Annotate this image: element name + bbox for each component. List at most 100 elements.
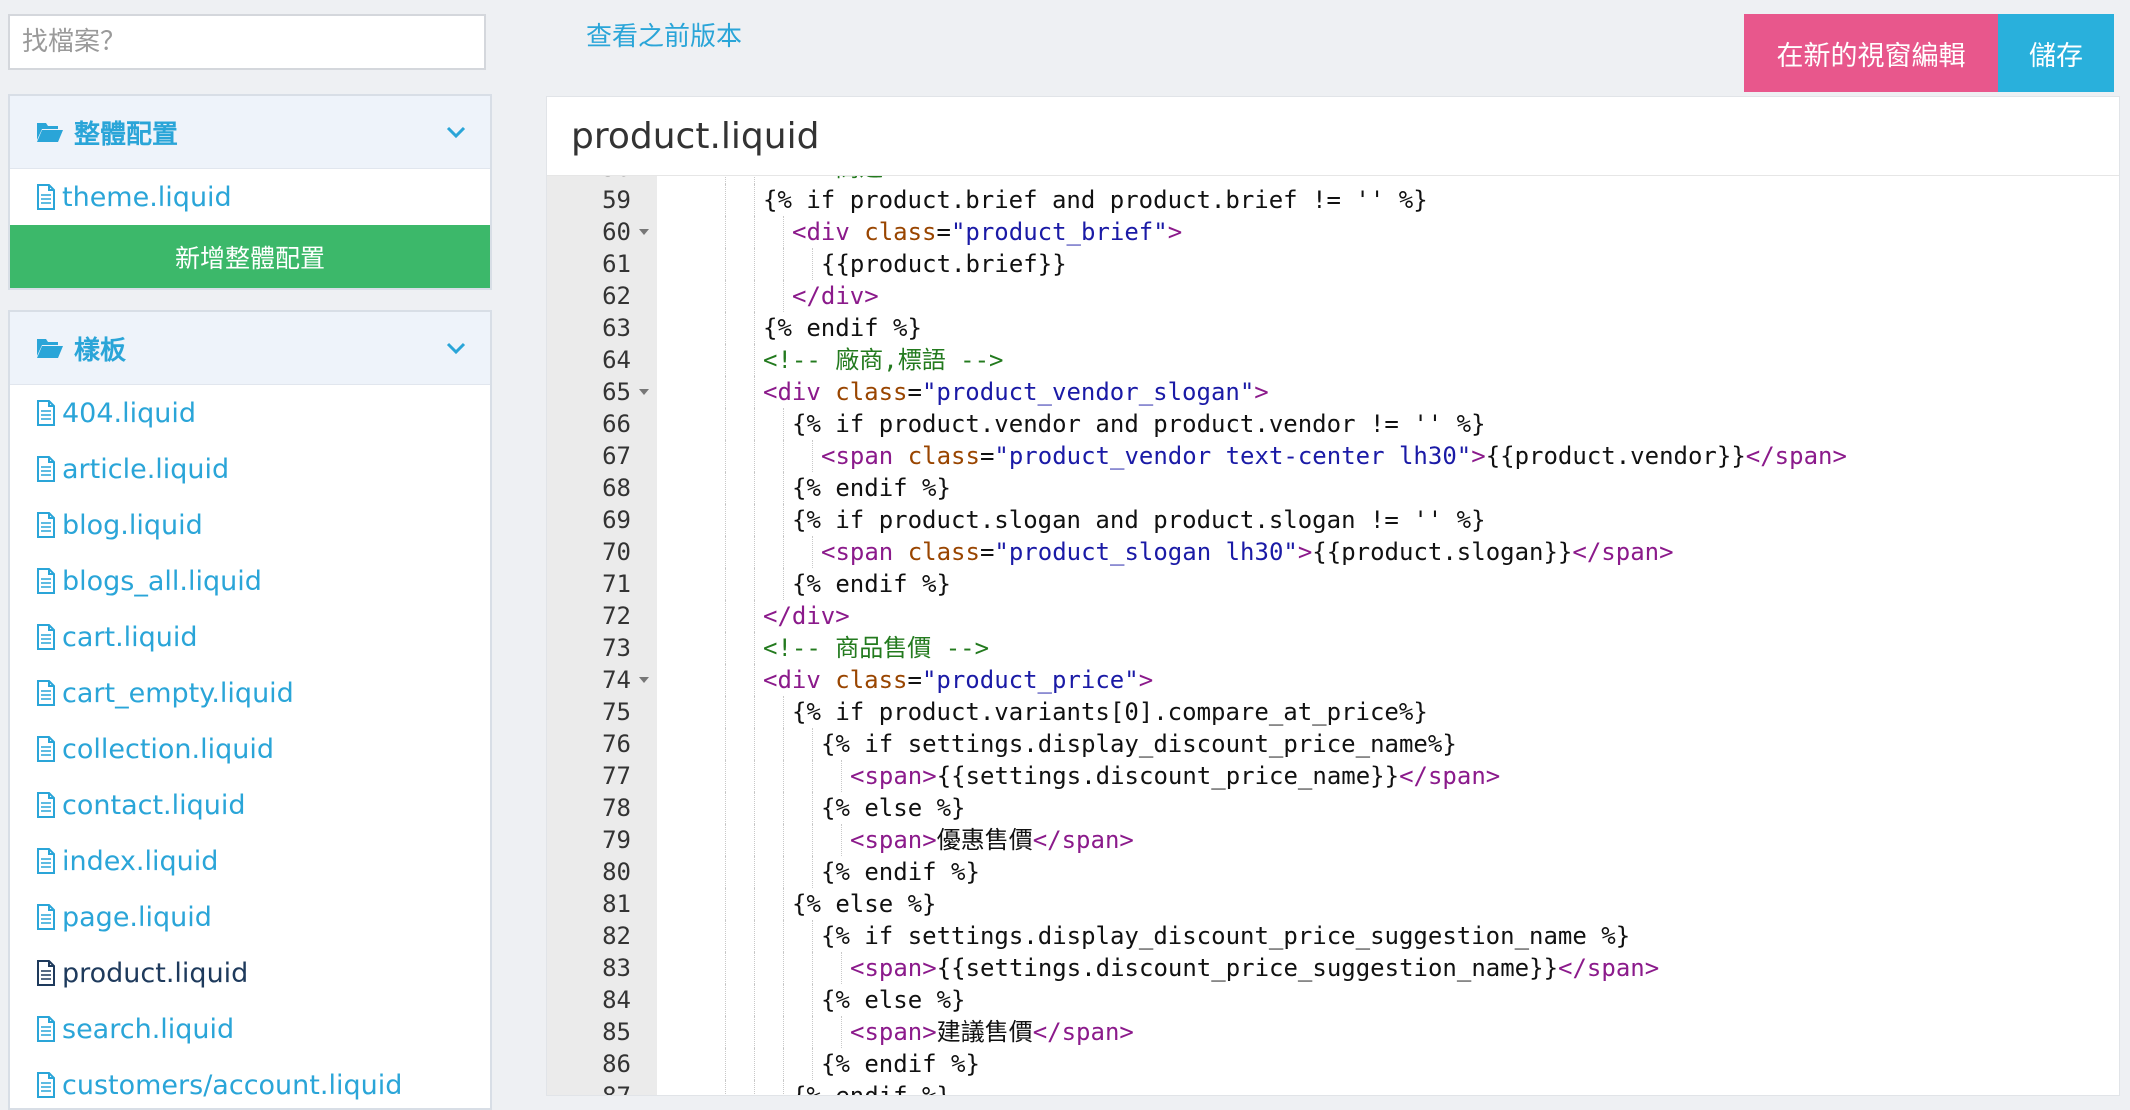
indent-guide xyxy=(725,632,726,664)
line-number: 84 xyxy=(602,986,631,1014)
code-token: <div xyxy=(763,666,836,694)
code-token: {% if product.vendor and product.vendor … xyxy=(792,410,1486,438)
indent-guide xyxy=(754,312,755,344)
layouts-panel-header[interactable]: 整體配置 xyxy=(10,96,490,169)
add-layout-button[interactable]: 新增整體配置 xyxy=(10,225,490,288)
file-search-input[interactable] xyxy=(8,14,486,70)
file-icon xyxy=(36,400,56,426)
code-token: {{settings.discount_price_name}} xyxy=(936,762,1400,790)
file-title-bar: product.liquid xyxy=(547,97,2119,176)
indent-guide xyxy=(725,344,726,376)
fold-toggle-icon[interactable] xyxy=(639,389,649,395)
file-item[interactable]: index.liquid xyxy=(10,833,490,889)
code-token: = xyxy=(907,666,922,694)
code-token: {% endif %} xyxy=(763,314,922,342)
line-number: 83 xyxy=(602,954,631,982)
code-line: 70 <span class="product_slogan lh30">{{pr… xyxy=(547,536,2119,568)
file-item-label: search.liquid xyxy=(62,1013,235,1045)
fold-toggle-icon[interactable] xyxy=(639,229,649,235)
view-previous-versions-link[interactable]: 查看之前版本 xyxy=(586,16,742,53)
file-item[interactable]: customers/account.liquid xyxy=(10,1057,490,1108)
file-item[interactable]: blog.liquid xyxy=(10,497,490,553)
indent-guide xyxy=(783,888,784,920)
fold-toggle-icon[interactable] xyxy=(639,677,649,683)
code-token: 優惠售價 xyxy=(936,826,1033,854)
line-number: 60 xyxy=(602,218,631,246)
code-line: 59 {% if product.brief and product.brief … xyxy=(547,184,2119,216)
line-number: 66 xyxy=(602,410,631,438)
code-line: 58 <!-- 簡述 --> xyxy=(547,176,2119,184)
indent-guide xyxy=(783,824,784,856)
code-token: {{settings.discount_price_suggestion_nam… xyxy=(936,954,1559,982)
code-line: 71 {% endif %} xyxy=(547,568,2119,600)
chevron-down-icon[interactable] xyxy=(446,341,466,355)
file-item[interactable]: collection.liquid xyxy=(10,721,490,777)
code-token: <span> xyxy=(850,762,937,790)
file-icon xyxy=(36,1016,56,1042)
line-number: 87 xyxy=(547,1080,631,1095)
code-token: {% if product.brief and product.brief !=… xyxy=(763,186,1428,214)
indent-guide xyxy=(783,536,784,568)
code-token: <span xyxy=(821,442,908,470)
file-item[interactable]: cart_empty.liquid xyxy=(10,665,490,721)
indent-guide xyxy=(754,888,755,920)
file-icon xyxy=(36,184,56,210)
code-editor[interactable]: 58 <!-- 簡述 --> 59 {% if product.brief and p… xyxy=(547,176,2119,1095)
code-text: <span class="product_vendor text-center … xyxy=(821,440,1847,472)
indent-guide xyxy=(725,504,726,536)
file-item[interactable]: contact.liquid xyxy=(10,777,490,833)
save-button[interactable]: 儲存 xyxy=(1998,14,2114,92)
file-item[interactable]: theme.liquid xyxy=(10,169,490,225)
file-item-label: article.liquid xyxy=(62,453,230,485)
indent-guide xyxy=(754,376,755,408)
code-line: 61 {{product.brief}} xyxy=(547,248,2119,280)
indent-guide xyxy=(725,952,726,984)
code-line: 87 {% endif %} xyxy=(547,1080,2119,1095)
code-token: = xyxy=(979,538,995,566)
indent-guide xyxy=(725,856,726,888)
file-item[interactable]: product.liquid xyxy=(10,945,490,1001)
file-item-label: index.liquid xyxy=(62,845,219,877)
code-token: {{product.slogan}} xyxy=(1312,538,1573,566)
indent-guide xyxy=(783,1048,784,1080)
file-item[interactable]: search.liquid xyxy=(10,1001,490,1057)
line-number: 86 xyxy=(602,1050,631,1078)
line-number: 63 xyxy=(602,314,631,342)
indent-guide xyxy=(783,952,784,984)
file-item[interactable]: blogs_all.liquid xyxy=(10,553,490,609)
code-token: = xyxy=(936,218,951,246)
code-text: {% endif %} xyxy=(821,856,980,888)
code-token: {% if product.variants[0].compare_at_pri… xyxy=(792,698,1428,726)
edit-in-new-window-button[interactable]: 在新的視窗編輯 xyxy=(1744,14,1998,92)
line-number: 78 xyxy=(602,794,631,822)
indent-guide xyxy=(754,792,755,824)
indent-guide xyxy=(754,248,755,280)
indent-guide xyxy=(754,440,755,472)
code-token: {% if settings.display_discount_price_na… xyxy=(821,730,1457,758)
indent-guide xyxy=(783,792,784,824)
layouts-panel-title: 整體配置 xyxy=(74,119,179,150)
indent-guide xyxy=(725,216,726,248)
line-number: 68 xyxy=(602,474,631,502)
indent-guide xyxy=(783,216,784,248)
file-item-label: cart.liquid xyxy=(62,621,198,653)
code-line: 73 <!-- 商品售價 --> xyxy=(547,632,2119,664)
code-editor-panel: product.liquid 58 <!-- 簡述 --> 59 {% if prod… xyxy=(546,96,2120,1096)
file-item[interactable]: cart.liquid xyxy=(10,609,490,665)
indent-guide xyxy=(754,568,755,600)
code-text: <div class="product_vendor_slogan"> xyxy=(763,376,1269,408)
templates-panel-header[interactable]: 樣板 xyxy=(10,312,490,385)
line-number: 80 xyxy=(602,858,631,886)
code-token: <span> xyxy=(850,954,937,982)
code-token: class xyxy=(864,218,937,246)
indent-guide xyxy=(725,760,726,792)
indent-guide xyxy=(754,600,755,632)
file-item[interactable]: article.liquid xyxy=(10,441,490,497)
chevron-down-icon[interactable] xyxy=(446,125,466,139)
indent-guide xyxy=(725,600,726,632)
file-item[interactable]: page.liquid xyxy=(10,889,490,945)
indent-guide xyxy=(812,440,813,472)
file-item[interactable]: 404.liquid xyxy=(10,385,490,441)
indent-guide xyxy=(725,920,726,952)
code-text: {% if settings.display_discount_price_su… xyxy=(821,920,1630,952)
